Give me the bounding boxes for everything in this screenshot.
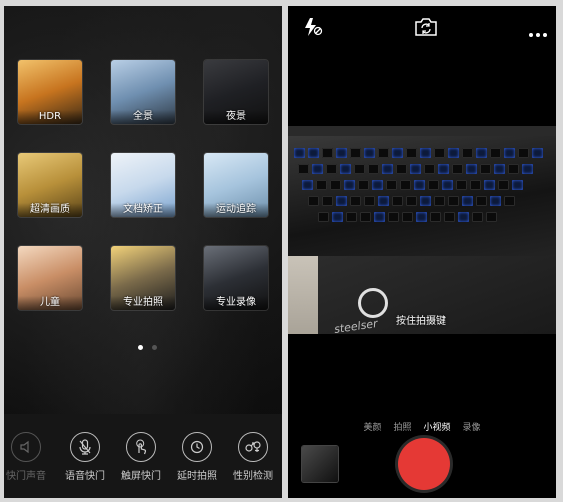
shortcut-voice-shutter[interactable]: 语音快门 [57,432,113,482]
mode-photo[interactable]: 拍照 [393,420,411,433]
camera-top-bar [288,6,556,46]
page-indicator [136,335,159,354]
shortcut-bar: 快门声音 语音快门 触屏快门 延时拍照 性别检测 [4,414,282,498]
shortcut-label: 语音快门 [65,471,105,482]
brand-logo-icon [358,288,388,318]
more-options-icon[interactable] [528,23,548,42]
mode-tile-label: 超清画质 [18,203,82,217]
gallery-thumbnail[interactable] [302,446,338,482]
shortcut-label: 延时拍照 [177,471,217,482]
camera-mode-screen: HDR 全景 夜景 超清画质 文档矫正 运动追踪 儿童 专业拍照 专业录像 快门… [4,6,282,498]
mode-tile-label: 全景 [111,110,175,124]
shortcut-timer[interactable]: 延时拍照 [169,432,225,482]
mode-tile-hdr[interactable]: HDR [18,60,82,124]
mode-tile-pro-video[interactable]: 专业录像 [204,246,268,310]
touch-hand-icon [126,432,156,462]
shutter-button[interactable] [398,438,450,490]
mode-tile-label: 专业拍照 [111,296,175,310]
page-dot-active [138,345,143,350]
microphone-icon [70,432,100,462]
keyboard-image [288,136,556,256]
shortcut-shutter-sound[interactable]: 快门声音 [4,432,54,482]
camera-viewfinder-screen: steelser 按住拍摄键 美颜 拍照 小视频 录像 [288,6,556,498]
mode-tile-motion-tracking[interactable]: 运动追踪 [204,153,268,217]
shortcut-label: 快门声音 [6,471,46,482]
mode-short-video[interactable]: 小视频 [424,420,451,433]
flash-off-icon[interactable] [302,16,324,42]
shortcut-touch-shutter[interactable]: 触屏快门 [113,432,169,482]
mode-tile-label: 运动追踪 [204,203,268,217]
page-dot [152,345,158,350]
mode-tile-ultra-hd[interactable]: 超清画质 [18,153,82,217]
mode-tile-night[interactable]: 夜景 [204,60,268,124]
mode-beauty[interactable]: 美颜 [363,420,381,433]
mode-tile-label: 文档矫正 [111,203,175,217]
mode-tile-children[interactable]: 儿童 [18,246,82,310]
mode-tile-pro-photo[interactable]: 专业拍照 [111,246,175,310]
shortcut-label: 触屏快门 [121,471,161,482]
shortcut-gender-detect[interactable]: 性别检测 [225,432,281,482]
mode-tile-label: 专业录像 [204,296,268,310]
timer-icon [182,432,212,462]
mode-tile-label: 儿童 [18,296,82,310]
camera-mode-strip: 美颜 拍照 小视频 录像 [288,420,556,433]
mode-tile-label: 夜景 [204,110,268,124]
viewfinder[interactable]: steelser 按住拍摄键 [288,126,556,334]
speaker-icon [11,432,41,462]
mode-tile-label: HDR [18,110,82,124]
mode-tile-panorama[interactable]: 全景 [111,60,175,124]
mode-tile-document[interactable]: 文档矫正 [111,153,175,217]
mode-video[interactable]: 录像 [463,420,481,433]
switch-camera-icon[interactable] [413,16,439,42]
shortcut-label: 性别检测 [233,471,273,482]
gender-icon [238,432,268,462]
record-hint: 按住拍摄键 [396,316,446,327]
